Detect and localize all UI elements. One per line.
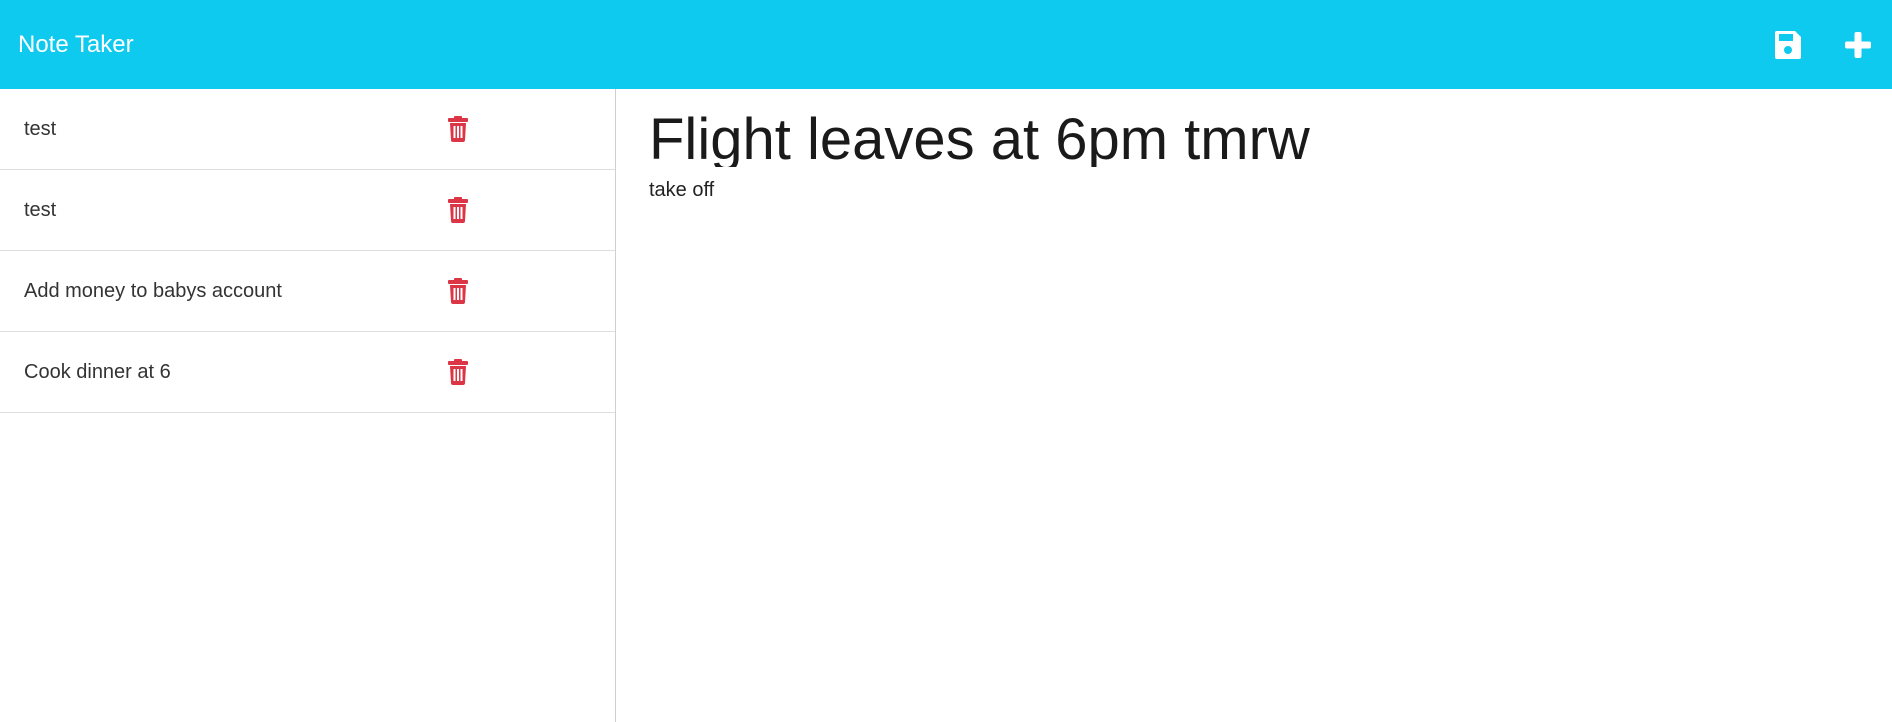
navbar-actions: [1772, 0, 1874, 89]
trash-icon: [448, 116, 468, 142]
note-item-title[interactable]: Add money to babys account: [24, 280, 282, 303]
notes-sidebar: test test Add money to babys account Coo…: [0, 89, 616, 722]
trash-icon: [448, 197, 468, 223]
list-item[interactable]: test: [0, 170, 615, 251]
note-title-input[interactable]: Flight leaves at 6pm tmrw: [649, 107, 1892, 167]
note-item-title[interactable]: Cook dinner at 6: [24, 361, 171, 384]
new-note-button[interactable]: [1842, 29, 1874, 61]
note-editor: Flight leaves at 6pm tmrw take off: [617, 89, 1892, 722]
delete-note-button[interactable]: [446, 196, 470, 224]
list-item[interactable]: test: [0, 89, 615, 170]
plus-icon: [1844, 31, 1872, 59]
app-brand[interactable]: Note Taker: [18, 32, 134, 57]
trash-icon: [448, 359, 468, 385]
delete-note-button[interactable]: [446, 277, 470, 305]
trash-icon: [448, 278, 468, 304]
delete-note-button[interactable]: [446, 115, 470, 143]
save-note-button[interactable]: [1772, 29, 1804, 61]
note-text-area[interactable]: take off: [649, 179, 1892, 202]
save-icon: [1774, 30, 1802, 60]
delete-note-button[interactable]: [446, 358, 470, 386]
note-item-title[interactable]: test: [24, 118, 56, 141]
list-item[interactable]: Cook dinner at 6: [0, 332, 615, 413]
note-item-title[interactable]: test: [24, 199, 56, 222]
navbar: Note Taker: [0, 0, 1892, 89]
list-item[interactable]: Add money to babys account: [0, 251, 615, 332]
note-list: test test Add money to babys account Coo…: [0, 89, 615, 413]
